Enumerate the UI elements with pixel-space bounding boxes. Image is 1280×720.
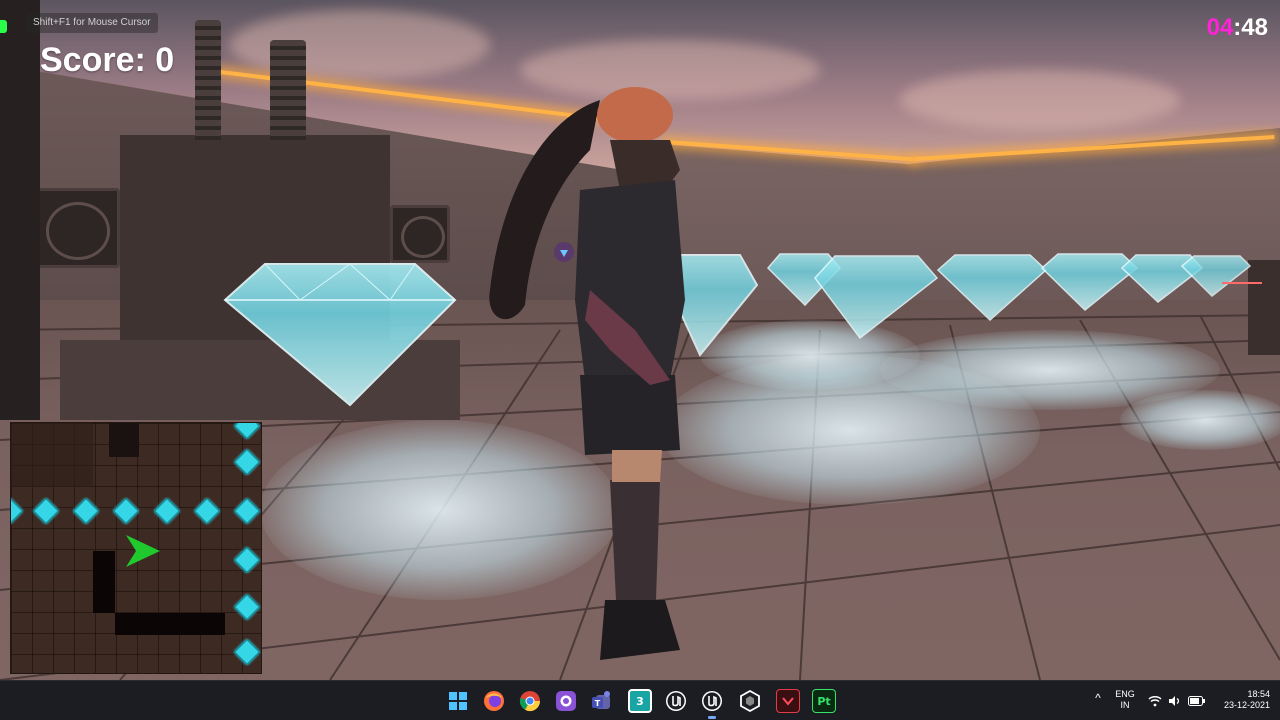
volume-icon[interactable] bbox=[1168, 695, 1182, 707]
unreal-icon[interactable] bbox=[664, 689, 688, 713]
timer-minutes: 04 bbox=[1206, 14, 1234, 41]
github-icon[interactable] bbox=[554, 689, 578, 713]
chevron-up-icon: ^ bbox=[1095, 691, 1101, 705]
diamond-icon bbox=[111, 496, 141, 526]
svg-text:T: T bbox=[595, 699, 601, 708]
firefox-icon[interactable] bbox=[482, 689, 506, 713]
substance-painter-label: Pt bbox=[817, 694, 831, 708]
unity-icon[interactable] bbox=[738, 689, 762, 713]
diamond-icon bbox=[1040, 253, 1139, 312]
minimap-shadow bbox=[11, 423, 93, 487]
region-code: IN bbox=[1120, 700, 1130, 710]
diamond-icon bbox=[232, 545, 261, 575]
diamond-icon bbox=[223, 263, 457, 407]
minimap-obstacle bbox=[109, 423, 139, 457]
3ds-max-icon[interactable]: 3 bbox=[628, 689, 652, 713]
chevron-down-icon[interactable] bbox=[776, 689, 800, 713]
diamond-icon bbox=[31, 496, 61, 526]
clock-date: 23-12-2021 bbox=[1223, 700, 1270, 710]
windows-logo-icon[interactable] bbox=[446, 689, 470, 713]
3ds-max-label: 3 bbox=[636, 694, 644, 708]
diamond-icon bbox=[936, 254, 1048, 322]
system-tray-icons[interactable] bbox=[1148, 681, 1218, 720]
diamond-icon bbox=[232, 592, 261, 622]
clock[interactable]: 18:54 23-12-2021 bbox=[1214, 681, 1270, 720]
unreal-icon[interactable] bbox=[700, 689, 724, 719]
teams-icon[interactable]: T bbox=[590, 689, 614, 713]
diamond-icon bbox=[1180, 255, 1252, 298]
language-indicator[interactable]: ENG IN bbox=[1110, 681, 1140, 720]
minimap bbox=[10, 422, 262, 674]
clock-time: 18:54 bbox=[1247, 689, 1270, 699]
player-character bbox=[489, 87, 685, 660]
chrome-icon[interactable] bbox=[518, 689, 542, 713]
timer-seconds: 48 bbox=[1241, 14, 1268, 41]
status-indicator bbox=[0, 20, 7, 33]
wifi-icon[interactable] bbox=[1148, 695, 1162, 707]
battery-icon[interactable] bbox=[1188, 696, 1206, 706]
diamond-icon bbox=[11, 496, 25, 526]
diamond-icon bbox=[152, 496, 182, 526]
diamond-icon bbox=[232, 447, 261, 477]
minimap-wall bbox=[115, 613, 225, 635]
diamond-icon bbox=[71, 496, 101, 526]
diamond-icon bbox=[232, 423, 261, 441]
language-code: ENG bbox=[1115, 689, 1135, 699]
diamond-icon bbox=[232, 496, 261, 526]
windows-taskbar: T 3 Pt ^ ENG IN 18:54 23-12-2021 bbox=[0, 680, 1280, 720]
countdown-timer: 04:48 bbox=[1207, 14, 1268, 42]
diamond-icon bbox=[232, 637, 261, 667]
diamond-icon bbox=[814, 255, 939, 340]
player-arrow-icon bbox=[126, 535, 160, 567]
painter-icon[interactable]: Pt bbox=[812, 689, 836, 713]
score-display: Score: 0 bbox=[40, 41, 175, 79]
tray-overflow-button[interactable]: ^ bbox=[1088, 681, 1108, 720]
diamond-icon bbox=[192, 496, 222, 526]
mouse-cursor-hint: Shift+F1 for Mouse Cursor bbox=[26, 13, 158, 33]
minimap-wall bbox=[93, 551, 115, 613]
